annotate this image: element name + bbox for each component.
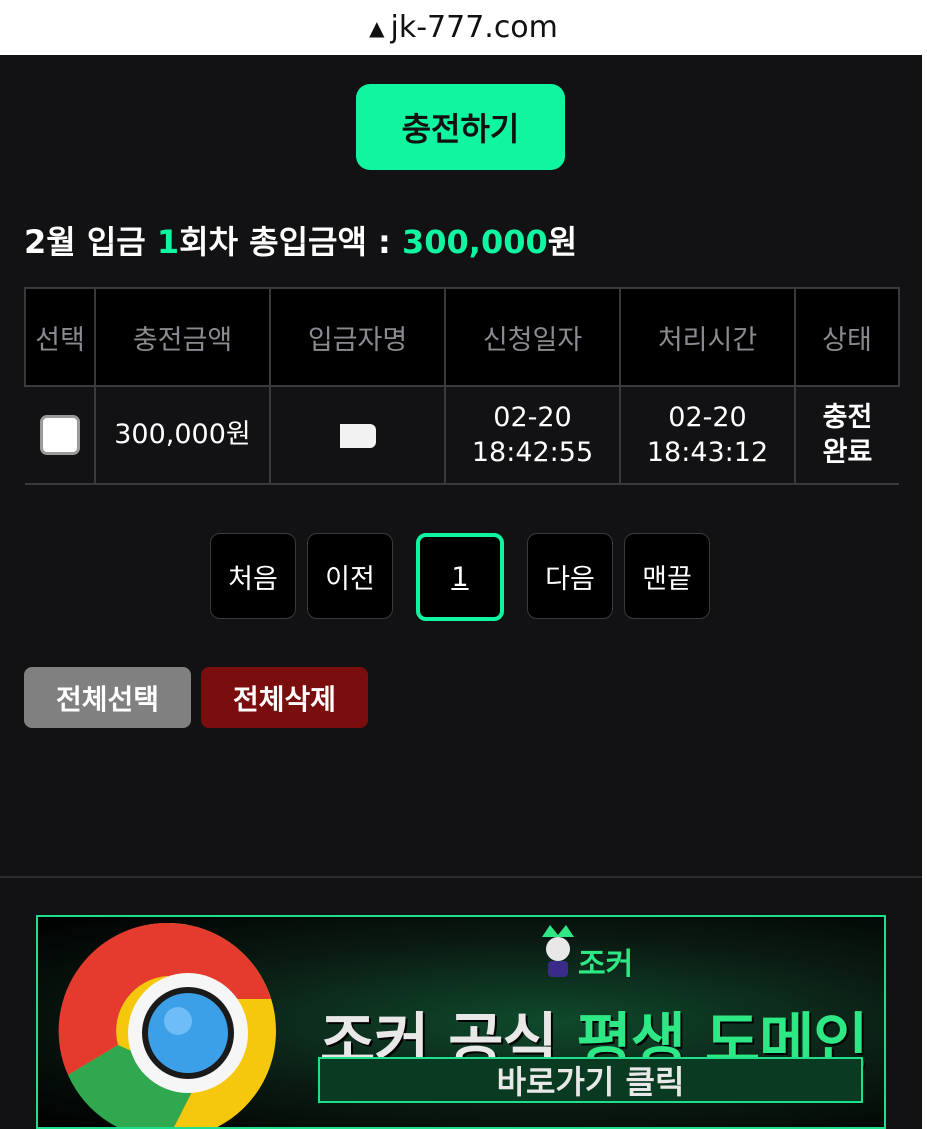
page-prev-button[interactable]: 이전: [307, 533, 393, 619]
scroll-edge: [922, 55, 927, 1129]
chrome-logo-icon: [58, 922, 276, 1127]
section-divider: [0, 876, 922, 878]
table-header-row: 선택 충전금액 입금자명 신청일자 처리시간 상태: [24, 287, 900, 387]
page-current-button[interactable]: 1: [416, 533, 504, 621]
delete-all-button[interactable]: 전체삭제: [201, 667, 368, 728]
summary-middle: 회차 총입금액 :: [179, 223, 402, 261]
mascot-label: 조커: [578, 947, 634, 982]
row-amount: 300,000원: [94, 386, 271, 485]
browser-url-bar[interactable]: ▲ jk-777.com: [0, 0, 927, 55]
status-line2: 완료: [822, 437, 873, 468]
request-date-text: 02-20: [493, 401, 572, 433]
charge-history-table: 선택 충전금액 입금자명 신청일자 처리시간 상태 300,000원 02-20…: [24, 287, 900, 485]
table-row: 300,000원 02-20 18:42:55 02-20 18:43:12 충전완…: [25, 386, 899, 485]
charge-button[interactable]: 충전하기: [356, 84, 565, 170]
masked-depositor-name: [339, 423, 376, 448]
deposit-summary: 2월 입금 1회차 총입금액 : 300,000원: [24, 217, 577, 263]
page-last-button[interactable]: 맨끝: [624, 533, 710, 619]
summary-suffix: 원: [547, 223, 578, 261]
row-status: 충전완료: [794, 386, 899, 485]
page-first-button[interactable]: 처음: [210, 533, 296, 619]
process-date-text: 02-20: [668, 401, 747, 433]
header-status: 상태: [794, 287, 900, 387]
header-amount: 충전금액: [94, 287, 271, 387]
header-request-date: 신청일자: [444, 287, 621, 387]
page-content: 충전하기 2월 입금 1회차 총입금액 : 300,000원 선택 충전금액 입…: [0, 55, 922, 1129]
header-depositor: 입금자명: [269, 287, 446, 387]
row-checkbox-cell: [25, 386, 96, 485]
domain-banner[interactable]: 조커 조커 공식 평생 도메인 바로가기 클릭: [36, 915, 886, 1129]
url-text: jk-777.com: [390, 10, 558, 45]
row-process-time: 02-20 18:43:12: [619, 386, 796, 485]
header-select: 선택: [24, 287, 96, 387]
request-time-text: 18:42:55: [471, 437, 594, 468]
banner-cta-button[interactable]: 바로가기 클릭: [318, 1057, 863, 1103]
pagination: 처음 이전 1 다음 맨끝: [210, 533, 710, 621]
summary-amount: 300,000: [402, 223, 548, 261]
row-request-date: 02-20 18:42:55: [444, 386, 621, 485]
summary-count: 1: [156, 223, 180, 261]
joker-face-icon: [542, 925, 574, 977]
warning-triangle-icon: ▲: [369, 15, 385, 40]
header-process-time: 처리시간: [619, 287, 796, 387]
row-depositor: [269, 386, 446, 485]
joker-mascot-logo: 조커: [538, 921, 678, 983]
select-all-button[interactable]: 전체선택: [24, 667, 191, 728]
status-line1: 충전: [822, 401, 873, 433]
row-checkbox[interactable]: [39, 415, 80, 455]
summary-prefix: 2월 입금: [24, 223, 157, 261]
page-current-label: 1: [451, 561, 469, 593]
page-next-button[interactable]: 다음: [527, 533, 613, 619]
process-time-text: 18:43:12: [646, 437, 769, 468]
